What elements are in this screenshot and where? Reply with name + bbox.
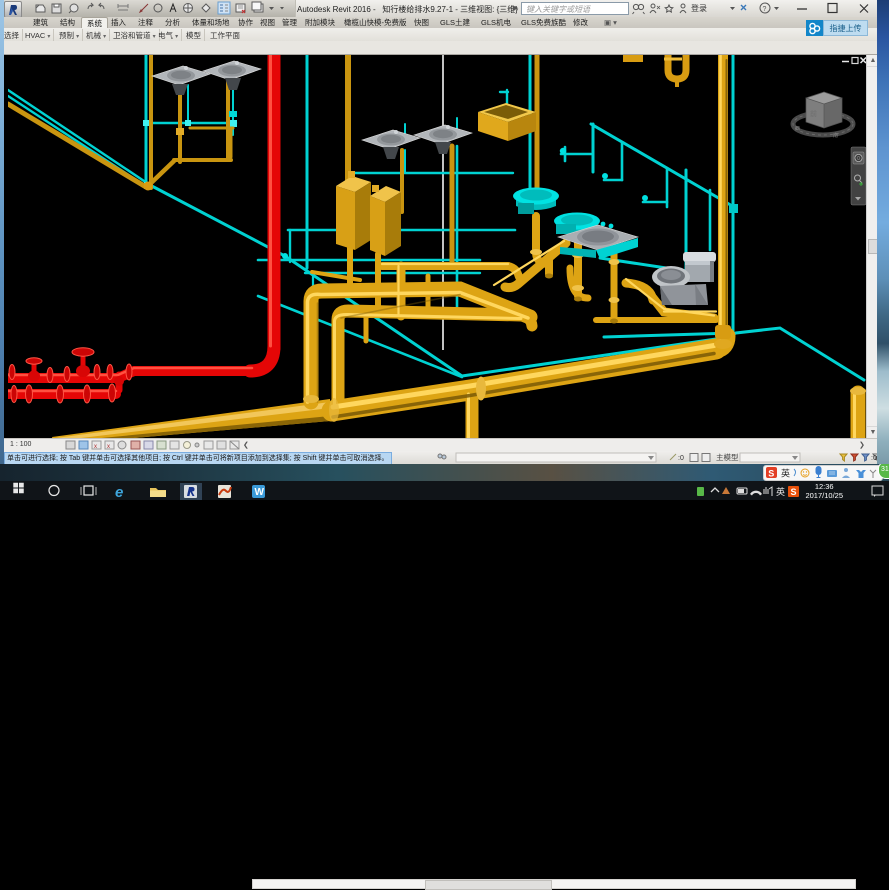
svg-text:前: 前 [810,109,817,118]
svg-text:登录: 登录 [691,3,707,13]
svg-text:x: x [107,444,110,450]
svg-text:x: x [94,444,97,450]
svg-text:英: 英 [776,486,785,497]
svg-text:?: ? [763,6,767,13]
svg-text::0: :0 [678,455,684,462]
svg-text:S: S [768,469,774,479]
svg-text:e: e [115,484,123,500]
svg-text:S: S [791,487,797,497]
svg-text:西: 西 [795,126,800,132]
svg-text:W: W [255,487,265,498]
svg-text:南: 南 [833,132,838,139]
svg-text:英: 英 [781,468,790,479]
svg-text:主模型: 主模型 [716,452,739,462]
